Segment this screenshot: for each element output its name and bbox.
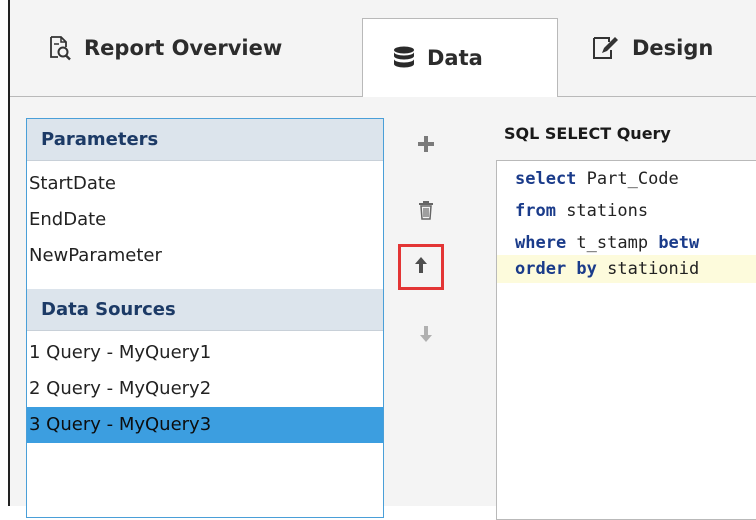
tab-data-label: Data xyxy=(427,46,483,70)
move-up-button[interactable] xyxy=(398,244,444,290)
parameters-header: Parameters xyxy=(27,119,383,161)
move-up-icon xyxy=(413,255,429,280)
code-line: where t_stamp betw xyxy=(497,229,756,257)
tab-report-overview-label: Report Overview xyxy=(84,36,283,60)
sql-editor[interactable]: select Part_Code from stations where t_s… xyxy=(496,160,756,520)
report-search-icon xyxy=(48,35,72,61)
sql-text: t_stamp xyxy=(566,233,659,253)
sql-keyword: from xyxy=(515,201,556,221)
sql-text: stations xyxy=(555,201,649,221)
report-designer-window: Report Overview Data Design Parameters S… xyxy=(8,0,756,520)
data-source-item-selected[interactable]: 3 Query - MyQuery3 xyxy=(27,407,383,443)
data-source-item[interactable]: 1 Query - MyQuery1 xyxy=(27,335,383,371)
tab-design-label: Design xyxy=(632,36,714,60)
add-button[interactable] xyxy=(408,128,444,164)
sql-keyword: order by xyxy=(515,259,597,279)
data-sources-header: Data Sources xyxy=(27,289,383,331)
move-down-button[interactable] xyxy=(408,318,444,354)
code-line: from stations xyxy=(497,197,756,225)
add-icon xyxy=(416,134,436,159)
tab-report-overview[interactable]: Report Overview xyxy=(48,18,282,78)
tab-bar: Report Overview Data Design xyxy=(10,0,756,97)
data-panel: Parameters StartDate EndDate NewParamete… xyxy=(26,118,384,518)
sql-text: Part_Code xyxy=(576,169,679,189)
sql-text: stationid xyxy=(596,259,700,279)
sql-keyword: select xyxy=(515,169,577,189)
design-edit-icon xyxy=(592,35,620,61)
parameter-item[interactable]: StartDate xyxy=(27,166,383,202)
delete-button[interactable] xyxy=(408,194,444,230)
parameter-item[interactable]: NewParameter xyxy=(27,238,383,274)
tab-data[interactable]: Data xyxy=(362,18,558,97)
parameters-list: StartDate EndDate NewParameter xyxy=(27,161,383,289)
delete-icon xyxy=(418,200,434,225)
data-sources-list: 1 Query - MyQuery1 2 Query - MyQuery2 3 … xyxy=(27,331,383,443)
data-source-item[interactable]: 2 Query - MyQuery2 xyxy=(27,371,383,407)
code-line: select Part_Code xyxy=(497,165,756,193)
tab-design[interactable]: Design xyxy=(592,18,713,78)
move-down-icon xyxy=(418,324,434,349)
parameter-item[interactable]: EndDate xyxy=(27,202,383,238)
code-line-current: order by stationid xyxy=(497,255,756,283)
sql-query-label: SQL SELECT Query xyxy=(504,124,671,143)
database-icon xyxy=(393,46,415,70)
sql-keyword: where xyxy=(515,233,567,253)
sql-keyword: betw xyxy=(658,233,700,253)
